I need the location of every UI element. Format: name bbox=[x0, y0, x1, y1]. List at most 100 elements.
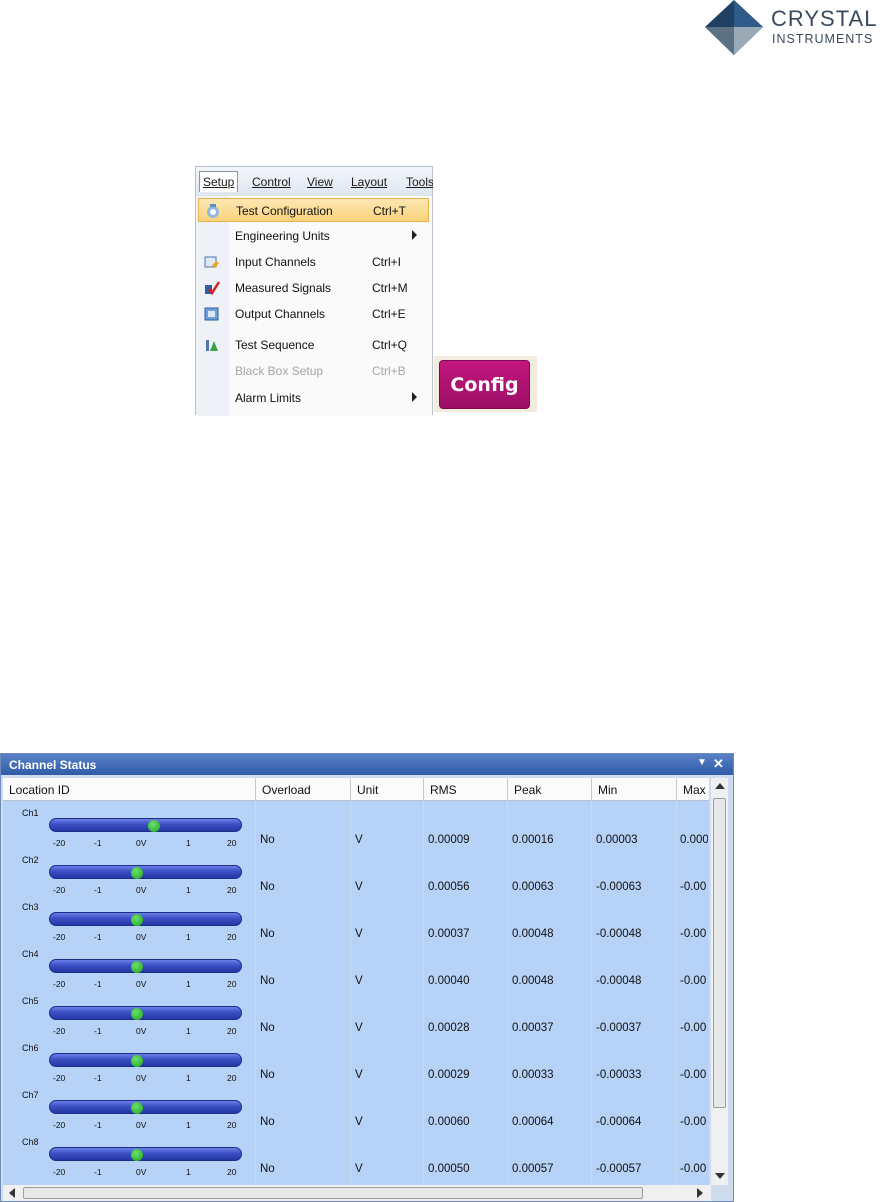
meter-tick-label: 0V bbox=[136, 885, 147, 895]
meter-tick-label: 1 bbox=[186, 885, 191, 895]
scroll-left-icon[interactable] bbox=[9, 1188, 15, 1198]
config-button-frame: Config bbox=[434, 356, 537, 412]
channel-row[interactable]: Ch5 -20 -1 0V 1 20 No V 0.00028 0.00037 -0.00037 -0… bbox=[3, 996, 709, 1043]
max-cell: -0.00 bbox=[680, 881, 707, 893]
scroll-right-icon[interactable] bbox=[697, 1188, 703, 1198]
rms-cell: 0.00037 bbox=[428, 928, 470, 940]
submenu-arrow-icon bbox=[412, 230, 417, 240]
peak-cell: 0.00016 bbox=[512, 834, 554, 846]
channel-level-meter bbox=[49, 1006, 242, 1020]
submenu-arrow-icon bbox=[412, 392, 417, 402]
config-button[interactable]: Config bbox=[439, 360, 530, 409]
menu-item-output-channels[interactable]: Output Channels Ctrl+E bbox=[198, 302, 429, 326]
channel-row[interactable]: Ch8 -20 -1 0V 1 20 No V 0.00050 0.00057 -0.00057 -0… bbox=[3, 1137, 709, 1184]
menu-item-label: Black Box Setup bbox=[235, 364, 324, 378]
meter-tick-label: 20 bbox=[227, 1073, 237, 1083]
level-indicator-dot bbox=[131, 867, 143, 879]
meter-tick-label: 0V bbox=[136, 1026, 147, 1036]
channel-row[interactable]: Ch1 -20 -1 0V 1 20 No V 0.00009 0.00016 0.00003 0.0… bbox=[3, 808, 709, 855]
unit-cell: V bbox=[355, 928, 363, 940]
channel-status-panel: Channel Status ▼ ✕ Location ID Overload … bbox=[0, 753, 734, 1202]
scroll-down-icon[interactable] bbox=[715, 1173, 725, 1179]
meter-tick-label: -20 bbox=[53, 932, 66, 942]
meter-tick-label: 0V bbox=[136, 932, 147, 942]
menu-tools[interactable]: Tools bbox=[406, 175, 433, 189]
setup-dropdown: Test Configuration Ctrl+T Engineering Un… bbox=[196, 196, 432, 416]
menu-item-black-box-setup[interactable]: Black Box Setup Ctrl+B bbox=[198, 359, 429, 383]
overload-cell: No bbox=[260, 1069, 275, 1081]
menu-view[interactable]: View bbox=[307, 175, 333, 189]
output-channels-icon bbox=[204, 307, 219, 321]
menu-bar: Setup Control View Layout Tools bbox=[196, 167, 433, 197]
menu-item-label: Alarm Limits bbox=[235, 391, 302, 405]
menu-item-test-configuration[interactable]: Test Configuration Ctrl+T bbox=[198, 198, 429, 222]
overload-cell: No bbox=[260, 1116, 275, 1128]
channel-row[interactable]: Ch3 -20 -1 0V 1 20 No V 0.00037 0.00048 -0.00048 -0… bbox=[3, 902, 709, 949]
channel-row[interactable]: Ch2 -20 -1 0V 1 20 No V 0.00056 0.00063 -0.00063 -0… bbox=[3, 855, 709, 902]
meter-tick-label: -20 bbox=[53, 885, 66, 895]
channel-row[interactable]: Ch6 -20 -1 0V 1 20 No V 0.00029 0.00033 -0.00033 -0… bbox=[3, 1043, 709, 1090]
vertical-scroll-thumb[interactable] bbox=[713, 798, 726, 1108]
menu-setup[interactable]: Setup bbox=[199, 171, 239, 192]
channel-level-meter bbox=[49, 818, 242, 832]
max-cell: -0.00 bbox=[680, 1022, 707, 1034]
pin-dropdown-icon[interactable]: ▼ bbox=[697, 757, 707, 768]
menu-item-label: Test Sequence bbox=[235, 338, 315, 352]
channel-row[interactable]: Ch4 -20 -1 0V 1 20 No V 0.00040 0.00048 -0.00048 -0… bbox=[3, 949, 709, 996]
horizontal-scroll-thumb[interactable] bbox=[23, 1187, 643, 1199]
horizontal-scrollbar[interactable] bbox=[3, 1185, 711, 1201]
column-header-rms[interactable]: RMS bbox=[430, 783, 457, 797]
peak-cell: 0.00064 bbox=[512, 1116, 554, 1128]
min-cell: -0.00048 bbox=[596, 928, 642, 940]
column-header-unit[interactable]: Unit bbox=[357, 783, 378, 797]
meter-tick-label: 1 bbox=[186, 1026, 191, 1036]
max-cell: -0.00 bbox=[680, 928, 707, 940]
menu-item-engineering-units[interactable]: Engineering Units bbox=[198, 224, 429, 248]
peak-cell: 0.00057 bbox=[512, 1163, 554, 1175]
column-header-overload[interactable]: Overload bbox=[262, 783, 311, 797]
level-indicator-dot bbox=[131, 961, 143, 973]
column-header-location-id[interactable]: Location ID bbox=[9, 783, 70, 797]
channel-level-meter bbox=[49, 1100, 242, 1114]
meter-tick-label: -1 bbox=[94, 885, 102, 895]
vertical-scrollbar[interactable] bbox=[711, 778, 728, 1185]
menu-item-shortcut: Ctrl+E bbox=[372, 307, 406, 321]
level-indicator-dot bbox=[131, 1055, 143, 1067]
channel-level-meter bbox=[49, 1053, 242, 1067]
level-indicator-dot bbox=[131, 914, 143, 926]
meter-tick-label: 0V bbox=[136, 1167, 147, 1177]
menu-layout[interactable]: Layout bbox=[351, 175, 387, 189]
meter-tick-label: -20 bbox=[53, 1167, 66, 1177]
crystal-instruments-logo: CRYSTAL INSTRUMENTS bbox=[705, 0, 876, 55]
menu-item-label: Measured Signals bbox=[235, 281, 332, 295]
channel-level-meter bbox=[49, 865, 242, 879]
menu-item-alarm-limits[interactable]: Alarm Limits bbox=[198, 386, 429, 410]
meter-tick-label: 1 bbox=[186, 1073, 191, 1083]
menu-item-label: Test Configuration bbox=[236, 204, 333, 218]
scroll-up-icon[interactable] bbox=[715, 783, 725, 789]
column-header-peak[interactable]: Peak bbox=[514, 783, 541, 797]
meter-tick-label: -1 bbox=[94, 932, 102, 942]
max-cell: -0.00 bbox=[680, 1069, 707, 1081]
test-sequence-icon bbox=[206, 340, 218, 351]
min-cell: -0.00063 bbox=[596, 881, 642, 893]
meter-tick-label: 20 bbox=[227, 1026, 237, 1036]
meter-tick-label: -20 bbox=[53, 1120, 66, 1130]
close-icon[interactable]: ✕ bbox=[713, 756, 724, 772]
column-header-min[interactable]: Min bbox=[598, 783, 617, 797]
peak-cell: 0.00033 bbox=[512, 1069, 554, 1081]
menu-item-input-channels[interactable]: Input Channels Ctrl+I bbox=[198, 250, 429, 274]
column-header-max[interactable]: Max bbox=[683, 783, 706, 797]
level-indicator-dot bbox=[148, 820, 160, 832]
menu-item-test-sequence[interactable]: Test Sequence Ctrl+Q bbox=[198, 333, 429, 357]
meter-tick-label: 20 bbox=[227, 1120, 237, 1130]
max-cell: -0.00 bbox=[680, 1116, 707, 1128]
channel-row[interactable]: Ch7 -20 -1 0V 1 20 No V 0.00060 0.00064 -0.00064 -0… bbox=[3, 1090, 709, 1137]
channel-label: Ch4 bbox=[22, 949, 39, 959]
menu-item-shortcut: Ctrl+Q bbox=[372, 338, 408, 352]
menu-item-measured-signals[interactable]: Measured Signals Ctrl+M bbox=[198, 276, 429, 300]
level-indicator-dot bbox=[131, 1008, 143, 1020]
min-cell: -0.00064 bbox=[596, 1116, 642, 1128]
menu-control[interactable]: Control bbox=[252, 175, 291, 189]
meter-tick-label: 20 bbox=[227, 885, 237, 895]
